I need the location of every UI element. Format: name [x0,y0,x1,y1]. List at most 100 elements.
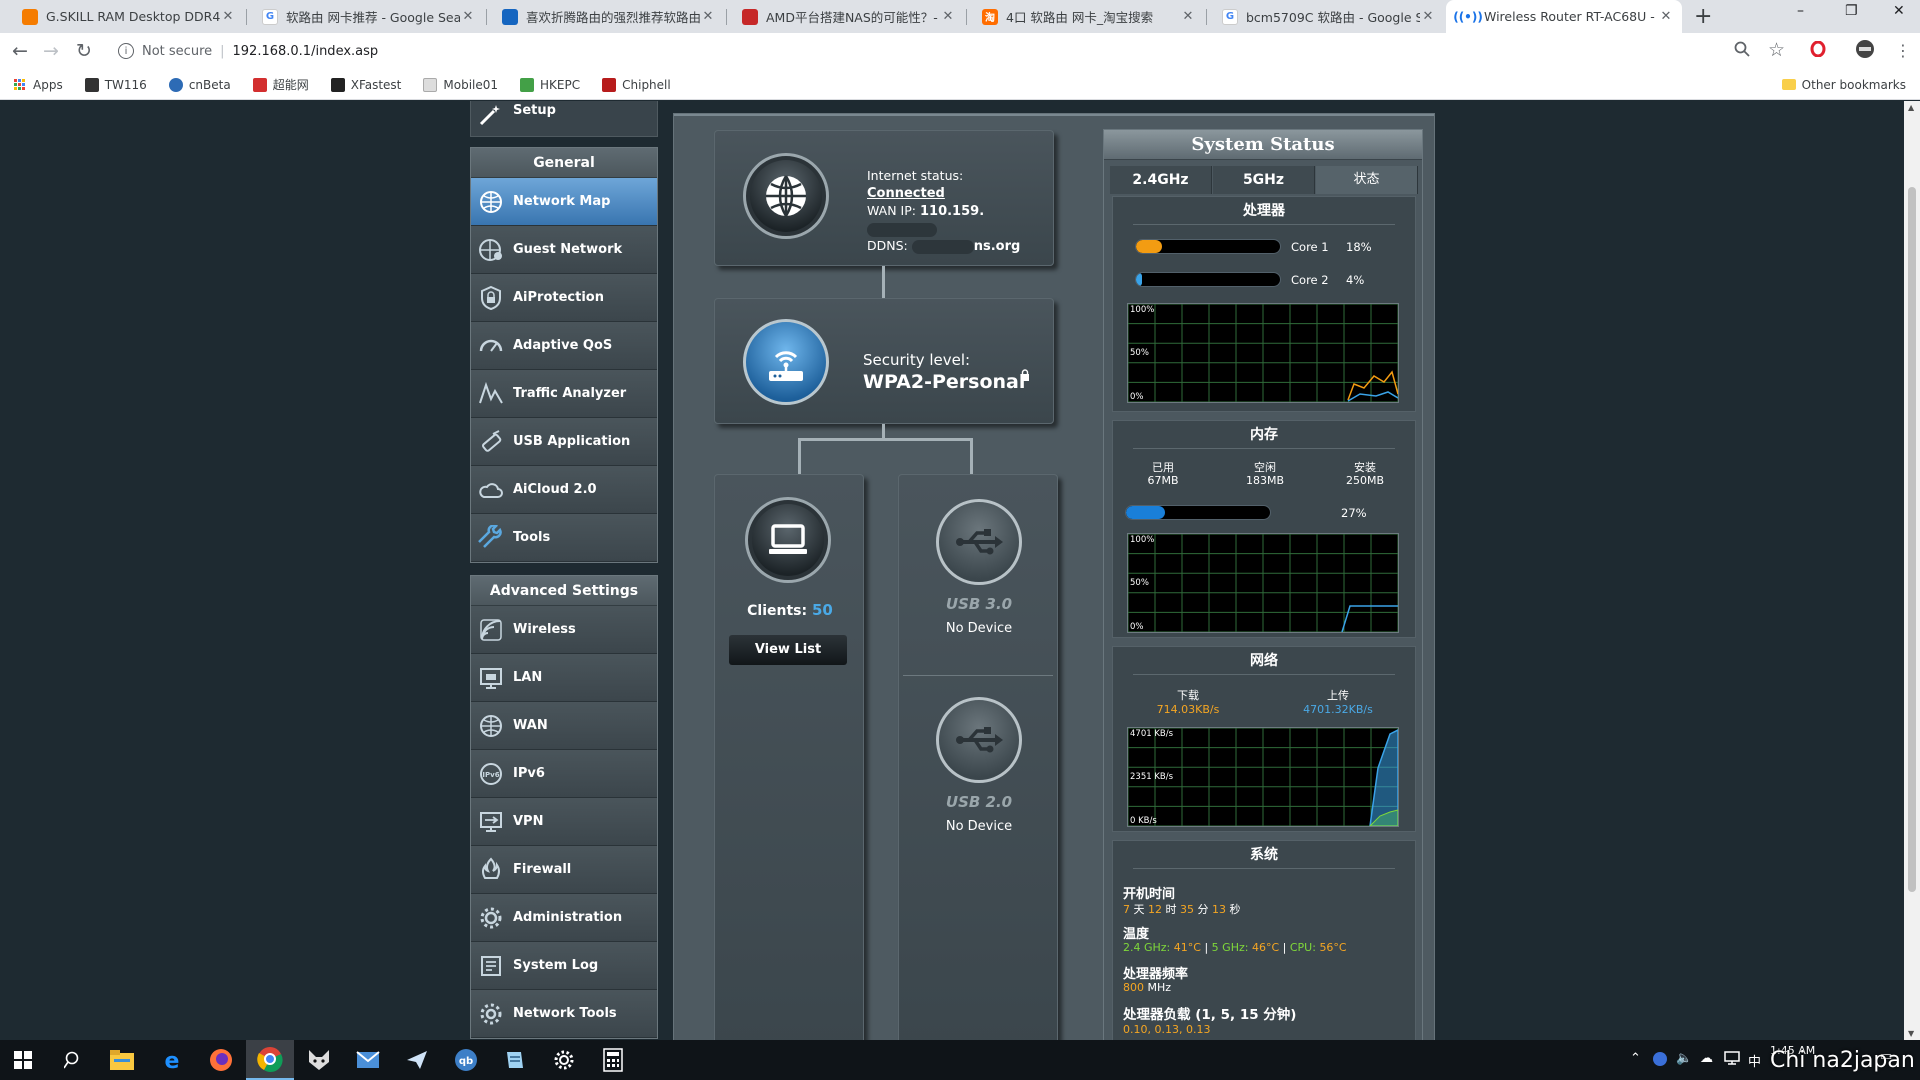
reload-icon[interactable]: ↻ [76,40,92,62]
security-chip[interactable]: Not secure [142,44,212,59]
close-tab-icon[interactable]: ✕ [220,9,236,24]
sidebar-item-aicloud[interactable]: AiCloud 2.0 [471,466,657,514]
bookmark-cnbeta[interactable]: cnBeta [168,77,231,92]
edge-icon[interactable]: e [159,1047,185,1073]
security-level-value[interactable]: WPA2-Personal [863,371,1025,393]
sidebar-item-tools[interactable]: Tools [471,514,657,562]
folder-icon [1781,79,1796,90]
opera-extension-icon[interactable] [1810,40,1826,61]
bookmark-hkepc[interactable]: HKEPC [520,77,580,92]
cloud-tray-icon[interactable]: ☁ [1700,1051,1713,1066]
usb-3-status: No Device [945,621,1013,636]
url-text[interactable]: 192.168.0.1/index.asp [233,44,379,59]
core1-percent: 18% [1346,240,1372,254]
sidebar-item-wan[interactable]: WAN [471,702,657,750]
bookmark-mobile01[interactable]: Mobile01 [423,77,498,92]
sidebar-item-usb-application[interactable]: USB Application [471,418,657,466]
usb-2-icon[interactable] [936,697,1022,783]
bookmark-star-icon[interactable]: ☆ [1768,39,1785,61]
router-security-card[interactable]: Security level: WPA2-Personal [714,298,1054,424]
back-icon[interactable]: ← [12,40,28,62]
sidebar-item-ipv6[interactable]: IPv6 IPv6 [471,750,657,798]
bookmark-tw116[interactable]: TW116 [84,77,147,92]
close-tab-icon[interactable]: ✕ [460,9,476,24]
sidebar-item-network-map[interactable]: Network Map [471,178,657,226]
fox-app-icon[interactable] [306,1047,332,1073]
sidebar-item-wireless[interactable]: Wireless [471,606,657,654]
sidebar-item-network-tools[interactable]: Network Tools [471,990,657,1038]
internet-status-link[interactable]: Connected [867,186,945,201]
calculator-icon[interactable] [600,1047,626,1073]
tab-2-4ghz[interactable]: 2.4GHz [1110,166,1212,194]
mail-app-icon[interactable] [355,1047,381,1073]
menu-kebab-icon[interactable]: ⋮ [1895,41,1911,60]
clients-count[interactable]: 50 [812,601,833,619]
maximize-button[interactable]: ❐ [1845,3,1858,19]
sidebar-item-quick-setup[interactable]: Setup [470,101,658,137]
sidebar-item-aiprotection[interactable]: AiProtection [471,274,657,322]
memory-percent: 27% [1341,506,1367,520]
sidebar-item-guest-network[interactable]: Guest Network [471,226,657,274]
close-tab-icon[interactable]: ✕ [700,9,716,24]
system-header: 系统 [1133,841,1395,869]
sidebar-header-advanced: Advanced Settings [471,576,657,606]
volume-icon[interactable]: 🔈 [1676,1051,1692,1066]
sidebar-item-administration[interactable]: Administration [471,894,657,942]
browser-tab[interactable]: G.SKILL RAM Desktop DDR4 AEG ✕ [8,0,244,33]
tab-status[interactable]: 状态 [1316,166,1418,194]
sidebar-item-firewall[interactable]: Firewall [471,846,657,894]
browser-tab[interactable]: AMD平台搭建NAS的可能性？- 5 ✕ [728,0,964,33]
forward-icon[interactable]: → [43,40,59,62]
sidebar-item-lan[interactable]: LAN [471,654,657,702]
sidebar-item-vpn[interactable]: VPN [471,798,657,846]
new-tab-button[interactable]: + [1694,4,1712,29]
page-scrollbar[interactable]: ▲ ▼ [1904,101,1920,1040]
bookmark-xfastest[interactable]: XFastest [330,77,401,92]
browser-tab-active[interactable]: ((•)) Wireless Router RT-AC68U - Net ✕ [1446,0,1682,33]
minimize-button[interactable]: – [1797,3,1804,19]
usb-3-icon[interactable] [936,499,1022,585]
tray-app-icon[interactable] [1652,1051,1668,1071]
sidebar-item-traffic-analyzer[interactable]: Traffic Analyzer [471,370,657,418]
internet-status-card[interactable]: Internet status: Connected WAN IP: 110.1… [714,130,1054,266]
close-tab-icon[interactable]: ✕ [1420,9,1436,24]
uptime-label: 开机时间 [1123,887,1176,902]
zoom-icon[interactable] [1734,41,1750,61]
search-icon[interactable] [60,1047,86,1073]
qbittorrent-icon[interactable]: qb [453,1047,479,1073]
bookmark-chiphell[interactable]: Chiphell [602,77,671,92]
browser-tab[interactable]: G 软路由 网卡推荐 - Google Search ✕ [248,0,484,33]
other-bookmarks[interactable]: Other bookmarks [1781,78,1906,92]
close-tab-icon[interactable]: ✕ [1658,9,1674,24]
address-bar[interactable]: i Not secure | 192.168.0.1/index.asp [108,37,1778,65]
wrench-icon [477,524,505,552]
network-tray-icon[interactable] [1724,1051,1740,1069]
firefox-icon[interactable] [208,1047,234,1073]
windows-start-icon[interactable] [10,1047,36,1073]
settings-gear-icon[interactable] [551,1047,577,1073]
cloud-icon [477,476,505,504]
profile-avatar[interactable] [1855,39,1875,63]
sidebar-item-adaptive-qos[interactable]: Adaptive QoS [471,322,657,370]
ime-indicator[interactable]: 中 [1748,1051,1761,1070]
bird-app-icon[interactable] [404,1047,430,1073]
close-tab-icon[interactable]: ✕ [940,9,956,24]
cpu-load-value: 0.10, 0.13, 0.13 [1123,1023,1211,1036]
bookmark-expreview[interactable]: 超能网 [252,76,309,93]
browser-tab[interactable]: 喜欢折腾路由的强烈推荐软路由 ✕ [488,0,724,33]
file-explorer-icon[interactable] [109,1047,135,1073]
notepad-app-icon[interactable] [502,1047,528,1073]
tab-5ghz[interactable]: 5GHz [1213,166,1315,194]
browser-tab[interactable]: G bcm5709C 软路由 - Google Sear ✕ [1208,0,1444,33]
bookmark-apps[interactable]: Apps [14,78,63,92]
chrome-icon[interactable] [246,1040,294,1080]
close-tab-icon[interactable]: ✕ [1180,9,1196,24]
info-icon[interactable]: i [118,43,134,59]
sidebar-item-system-log[interactable]: System Log [471,942,657,990]
favicon-icon [252,77,267,92]
tray-chevron-icon[interactable]: ⌃ [1630,1051,1641,1066]
close-window-button[interactable]: ✕ [1893,3,1905,19]
browser-tab[interactable]: 淘 4口 软路由 网卡_淘宝搜索 ✕ [968,0,1204,33]
scrollbar-thumb[interactable] [1908,187,1916,892]
view-list-button[interactable]: View List [729,635,847,665]
